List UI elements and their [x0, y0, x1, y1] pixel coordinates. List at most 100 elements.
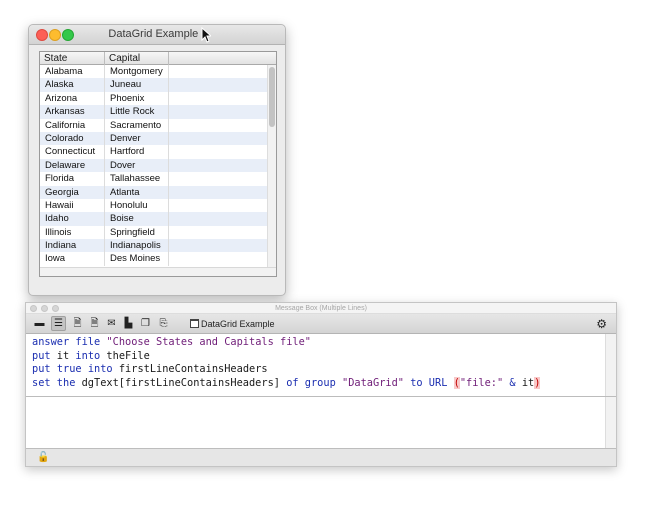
table-row[interactable]: Illinois Springfield — [40, 225, 268, 240]
table-row[interactable]: California Sacramento — [40, 118, 268, 132]
script-line: answer file "Choose States and Capitals … — [32, 336, 616, 350]
capital-cell: Indianapolis — [105, 239, 169, 253]
empty-cell — [169, 65, 268, 78]
capital-cell: Tallahassee — [105, 172, 169, 186]
empty-cell — [169, 239, 268, 252]
empty-cell — [169, 212, 268, 225]
capital-cell: Atlanta — [105, 185, 169, 199]
state-cell: Georgia — [40, 185, 105, 199]
datagrid-scroll-thumb[interactable] — [269, 67, 275, 127]
code-token: dgText[firstLineContainsHeaders] — [75, 376, 287, 389]
copy-document-icon[interactable]: ❐ — [138, 316, 153, 331]
card-script-icon[interactable]: 🗎 — [70, 316, 85, 331]
table-row[interactable]: Indiana Indianapolis — [40, 239, 268, 253]
single-line-mode-icon[interactable]: ▬ — [32, 316, 47, 331]
script-editor[interactable]: answer file "Choose States and Capitals … — [26, 334, 616, 396]
code-token: "DataGrid" — [342, 376, 404, 389]
code-token: into — [87, 363, 113, 375]
capital-cell: Denver — [105, 131, 169, 146]
state-cell: Arizona — [40, 91, 105, 106]
code-token: it — [50, 349, 76, 362]
capital-cell: Phoenix — [105, 91, 169, 106]
target-stack-selector[interactable]: DataGrid Example — [201, 318, 275, 330]
message-box-window: Message Box (Multiple Lines) ▬ ☰ 🗎 🗎 ✉ ▙… — [25, 302, 617, 467]
code-token: it — [515, 376, 535, 389]
table-row[interactable]: Hawaii Honolulu — [40, 198, 268, 213]
datagrid-header: State Capital — [40, 52, 276, 65]
script-editor-scrollbar[interactable] — [605, 334, 616, 396]
code-token: "file:" — [459, 376, 504, 389]
code-token: set the — [32, 376, 76, 389]
code-token: firstLineContainsHeaders — [112, 363, 268, 375]
state-cell: Indiana — [40, 239, 105, 253]
table-row[interactable]: Delaware Dover — [40, 158, 268, 173]
capital-cell: Montgomery — [105, 65, 169, 79]
empty-cell — [169, 172, 268, 185]
code-token: to URL — [410, 376, 448, 389]
message-icon[interactable]: ✉ — [104, 316, 119, 331]
state-cell: Florida — [40, 172, 105, 186]
capital-cell: Springfield — [105, 225, 169, 240]
state-cell: Illinois — [40, 225, 105, 240]
empty-cell — [169, 252, 268, 265]
code-token: into — [75, 349, 101, 362]
results-scrollbar[interactable] — [605, 397, 616, 448]
capital-cell: Honolulu — [105, 198, 169, 213]
message-box-titlebar[interactable]: Message Box (Multiple Lines) — [26, 303, 616, 314]
column-header-capital[interactable]: Capital — [105, 52, 169, 65]
empty-cell — [169, 119, 268, 132]
table-row[interactable]: Arkansas Little Rock — [40, 105, 268, 119]
table-row[interactable]: Florida Tallahassee — [40, 172, 268, 186]
state-cell: Arkansas — [40, 105, 105, 119]
empty-cell — [169, 199, 268, 212]
empty-cell — [169, 92, 268, 105]
document-icon[interactable]: ▙ — [121, 316, 136, 331]
table-row[interactable]: Arizona Phoenix — [40, 91, 268, 106]
state-cell: California — [40, 118, 105, 132]
code-token: true — [56, 363, 82, 375]
capital-cell: Juneau — [105, 78, 169, 92]
capital-cell: Sacramento — [105, 118, 169, 132]
message-box-toolbar: ▬ ☰ 🗎 🗎 ✉ ▙ ❐ ⎘ DataGrid Example ⚙ — [26, 314, 616, 334]
empty-cell — [169, 226, 268, 239]
datagrid-horizontal-scrollbar[interactable] — [40, 267, 276, 276]
table-row[interactable]: Alaska Juneau — [40, 78, 268, 92]
state-cell: Connecticut — [40, 145, 105, 159]
state-cell: Iowa — [40, 252, 105, 266]
script-line: put it into theFile — [32, 350, 616, 364]
column-header-state[interactable]: State — [40, 52, 105, 65]
code-token: theFile — [100, 349, 150, 362]
code-token: file — [75, 336, 101, 348]
empty-cell — [169, 132, 268, 145]
state-cell: Hawaii — [40, 198, 105, 213]
gear-icon[interactable]: ⚙ — [596, 317, 607, 331]
table-row[interactable]: Alabama Montgomery — [40, 65, 268, 79]
table-row[interactable]: Connecticut Hartford — [40, 145, 268, 159]
datagrid-vertical-scrollbar[interactable] — [267, 65, 276, 268]
script-line: set the dgText[firstLineContainsHeaders]… — [32, 376, 616, 391]
results-area[interactable] — [26, 396, 616, 448]
empty-cell — [169, 105, 268, 118]
multiple-lines-mode-icon[interactable]: ☰ — [51, 316, 66, 331]
message-box-statusbar: 🔓 — [26, 448, 616, 466]
state-cell: Idaho — [40, 212, 105, 226]
unlock-icon[interactable]: 🔓 — [37, 452, 49, 464]
capital-cell: Des Moines — [105, 252, 169, 266]
empty-cell — [169, 159, 268, 172]
history-icon[interactable]: ⎘ — [156, 316, 171, 331]
script-line: put true into firstLineContainsHeaders — [32, 363, 616, 377]
datagrid-window-titlebar[interactable]: DataGrid Example * — [29, 25, 285, 45]
stack-script-icon[interactable]: 🗎 — [87, 316, 102, 331]
capital-cell: Dover — [105, 158, 169, 173]
empty-cell — [169, 186, 268, 199]
state-cell: Alabama — [40, 65, 105, 79]
table-row[interactable]: Georgia Atlanta — [40, 185, 268, 199]
message-box-title: Message Box (Multiple Lines) — [275, 305, 367, 312]
datagrid-rows: Alabama Montgomery Alaska Juneau Arizona Phoe… — [40, 65, 268, 266]
table-row[interactable]: Iowa Des Moines — [40, 252, 268, 266]
datagrid-table[interactable]: State Capital Alabama Montgomery Alaska Jun… — [39, 51, 277, 277]
empty-cell — [169, 145, 268, 158]
table-row[interactable]: Colorado Denver — [40, 131, 268, 146]
table-row[interactable]: Idaho Boise — [40, 212, 268, 226]
